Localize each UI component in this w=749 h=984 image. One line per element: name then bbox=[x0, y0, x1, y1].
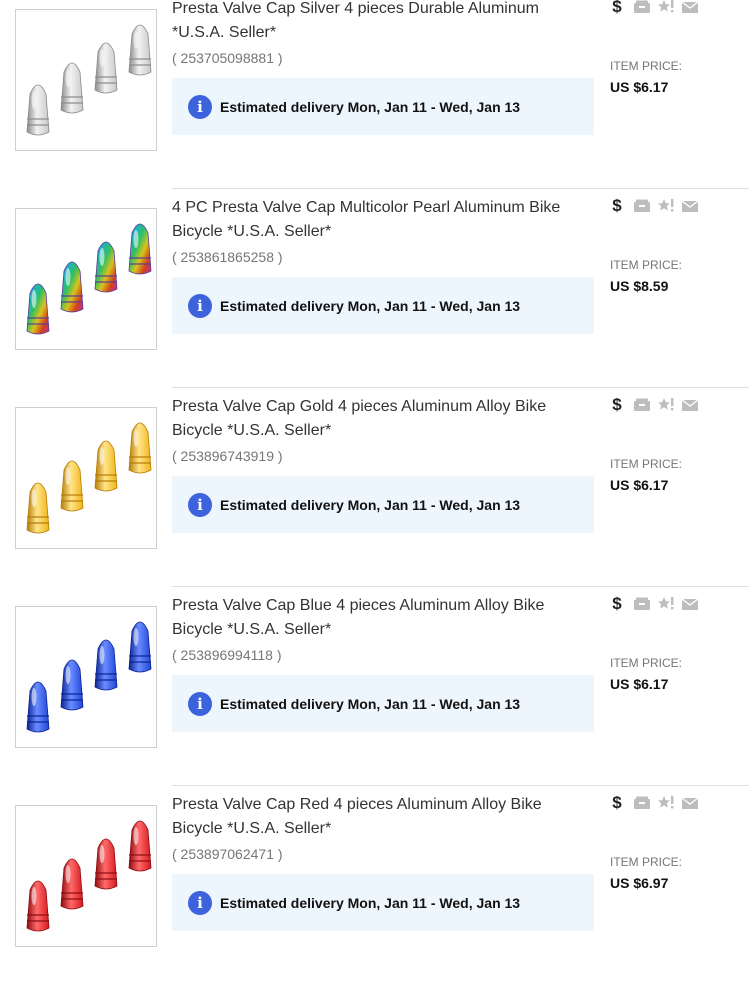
delivery-estimate: Estimated delivery Mon, Jan 11 - Wed, Ja… bbox=[220, 496, 521, 513]
order-item: Presta Valve Cap Blue 4 pieces Aluminum … bbox=[0, 586, 749, 785]
info-icon: i bbox=[188, 492, 212, 517]
message-envelope-icon bbox=[681, 594, 699, 614]
info-icon: i bbox=[188, 293, 212, 318]
item-price-label: ITEM PRICE: bbox=[610, 855, 683, 869]
item-price-label: ITEM PRICE: bbox=[610, 457, 683, 471]
order-item: Presta Valve Cap Red 4 pieces Aluminum A… bbox=[0, 785, 749, 984]
delivery-banner: i Estimated delivery Mon, Jan 11 - Wed, … bbox=[172, 277, 594, 334]
order-item: Presta Valve Cap Silver 4 pieces Durable… bbox=[0, 0, 749, 188]
valve-cap-shape bbox=[94, 440, 118, 492]
valve-cap-shape bbox=[128, 820, 152, 872]
delivery-estimate: Estimated delivery Mon, Jan 11 - Wed, Ja… bbox=[220, 98, 521, 115]
info-icon: i bbox=[188, 890, 212, 915]
item-price: US $8.59 bbox=[610, 278, 669, 294]
delivery-banner: i Estimated delivery Mon, Jan 11 - Wed, … bbox=[172, 476, 594, 533]
delivery-estimate: Estimated delivery Mon, Jan 11 - Wed, Ja… bbox=[220, 894, 521, 911]
item-price: US $6.17 bbox=[610, 79, 669, 95]
feedback-star-icon bbox=[657, 793, 675, 813]
item-number: ( 253861865258 ) bbox=[172, 249, 283, 265]
item-price: US $6.17 bbox=[610, 477, 669, 493]
item-number: ( 253896994118 ) bbox=[172, 647, 282, 663]
delivery-banner: i Estimated delivery Mon, Jan 11 - Wed, … bbox=[172, 675, 594, 732]
shipped-box-icon bbox=[633, 0, 651, 17]
order-status-icons: $ bbox=[610, 0, 699, 17]
message-envelope-icon bbox=[681, 196, 699, 216]
dollar-paid-icon: $ bbox=[612, 0, 622, 16]
divider bbox=[172, 188, 749, 189]
valve-cap-shape bbox=[26, 84, 50, 136]
info-icon: i bbox=[188, 691, 212, 716]
delivery-banner: i Estimated delivery Mon, Jan 11 - Wed, … bbox=[172, 874, 594, 931]
valve-cap-shape bbox=[26, 681, 50, 733]
item-number: ( 253705098881 ) bbox=[172, 50, 283, 66]
valve-cap-shape bbox=[60, 460, 84, 512]
item-number: ( 253896743919 ) bbox=[172, 448, 283, 464]
valve-cap-shape bbox=[60, 858, 84, 910]
feedback-star-icon bbox=[657, 594, 675, 614]
dollar-paid-icon: $ bbox=[612, 594, 622, 613]
item-price-label: ITEM PRICE: bbox=[610, 258, 683, 272]
item-number: ( 253897062471 ) bbox=[172, 846, 283, 862]
order-item: 4 PC Presta Valve Cap Multicolor Pearl A… bbox=[0, 188, 749, 387]
product-title-link[interactable]: Presta Valve Cap Silver 4 pieces Durable… bbox=[172, 0, 572, 45]
valve-cap-shape bbox=[128, 422, 152, 474]
product-image[interactable] bbox=[15, 208, 157, 350]
feedback-star-icon bbox=[657, 196, 675, 216]
shipped-box-icon bbox=[633, 395, 651, 415]
order-status-icons: $ bbox=[610, 196, 699, 216]
product-image[interactable] bbox=[15, 9, 157, 151]
valve-cap-shape bbox=[26, 283, 50, 335]
divider bbox=[172, 586, 749, 587]
valve-cap-shape bbox=[26, 482, 50, 534]
valve-cap-shape bbox=[60, 261, 84, 313]
dollar-paid-icon: $ bbox=[612, 793, 622, 812]
product-title-link[interactable]: Presta Valve Cap Gold 4 pieces Aluminum … bbox=[172, 395, 572, 443]
valve-cap-shape bbox=[128, 223, 152, 275]
valve-cap-shape bbox=[60, 659, 84, 711]
order-list: Presta Valve Cap Silver 4 pieces Durable… bbox=[0, 0, 749, 984]
delivery-estimate: Estimated delivery Mon, Jan 11 - Wed, Ja… bbox=[220, 297, 521, 314]
feedback-star-icon bbox=[657, 395, 675, 415]
shipped-box-icon bbox=[633, 196, 651, 216]
item-price-label: ITEM PRICE: bbox=[610, 656, 683, 670]
valve-cap-shape bbox=[94, 838, 118, 890]
dollar-paid-icon: $ bbox=[612, 196, 622, 215]
info-icon: i bbox=[188, 94, 212, 119]
product-title-link[interactable]: Presta Valve Cap Blue 4 pieces Aluminum … bbox=[172, 594, 572, 642]
product-title-link[interactable]: 4 PC Presta Valve Cap Multicolor Pearl A… bbox=[172, 196, 572, 244]
order-item: Presta Valve Cap Gold 4 pieces Aluminum … bbox=[0, 387, 749, 586]
valve-cap-shape bbox=[94, 639, 118, 691]
delivery-estimate: Estimated delivery Mon, Jan 11 - Wed, Ja… bbox=[220, 695, 521, 712]
valve-cap-shape bbox=[94, 241, 118, 293]
message-envelope-icon bbox=[681, 793, 699, 813]
product-image[interactable] bbox=[15, 805, 157, 947]
valve-cap-shape bbox=[94, 42, 118, 94]
valve-cap-shape bbox=[60, 62, 84, 114]
message-envelope-icon bbox=[681, 395, 699, 415]
shipped-box-icon bbox=[633, 793, 651, 813]
valve-cap-shape bbox=[128, 621, 152, 673]
message-envelope-icon bbox=[681, 0, 699, 17]
item-price-label: ITEM PRICE: bbox=[610, 59, 683, 73]
divider bbox=[172, 785, 749, 786]
valve-cap-shape bbox=[128, 24, 152, 76]
valve-cap-shape bbox=[26, 880, 50, 932]
order-status-icons: $ bbox=[610, 594, 699, 614]
delivery-banner: i Estimated delivery Mon, Jan 11 - Wed, … bbox=[172, 78, 594, 135]
dollar-paid-icon: $ bbox=[612, 395, 622, 414]
product-title-link[interactable]: Presta Valve Cap Red 4 pieces Aluminum A… bbox=[172, 793, 572, 841]
order-status-icons: $ bbox=[610, 395, 699, 415]
item-price: US $6.17 bbox=[610, 676, 669, 692]
divider bbox=[172, 387, 749, 388]
product-image[interactable] bbox=[15, 606, 157, 748]
item-price: US $6.97 bbox=[610, 875, 669, 891]
feedback-star-icon bbox=[657, 0, 675, 17]
order-status-icons: $ bbox=[610, 793, 699, 813]
shipped-box-icon bbox=[633, 594, 651, 614]
product-image[interactable] bbox=[15, 407, 157, 549]
